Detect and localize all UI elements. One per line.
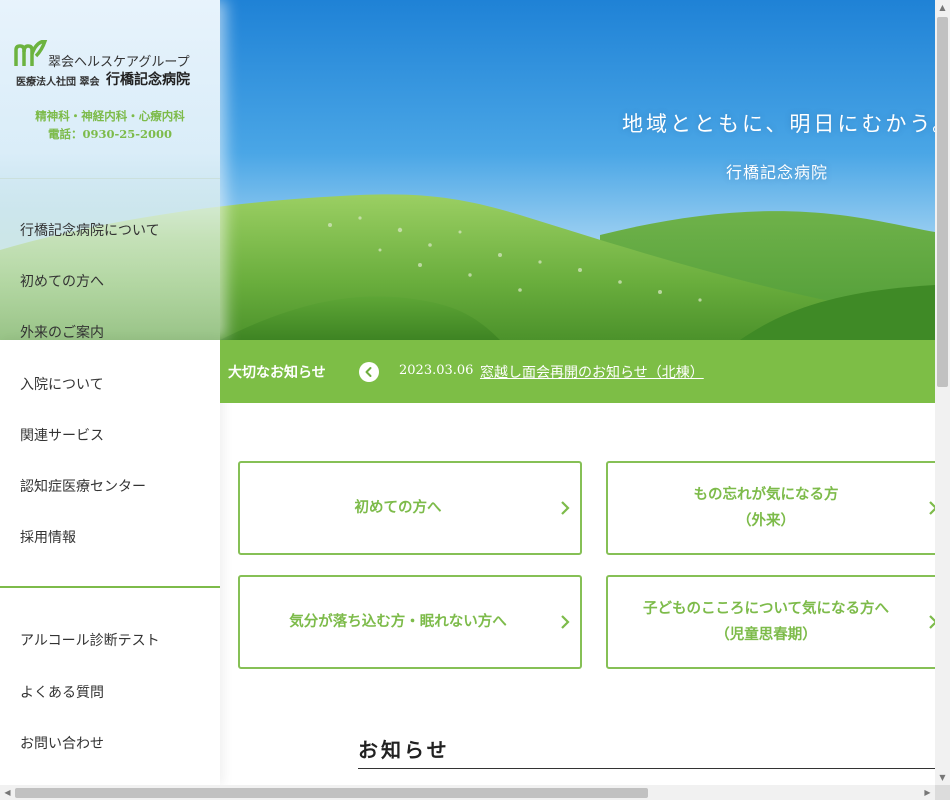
hero-subtitle: 行橋記念病院 xyxy=(726,163,829,182)
nav-item-first-visit[interactable]: 初めての方へ xyxy=(20,271,104,291)
card-label: 気分が落ち込む方・眠れない方へ xyxy=(240,609,556,635)
important-notice-bar: 大切なお知らせ 2023.03.06 窓越し面会再開のお知らせ（北棟） xyxy=(220,340,935,403)
sidebar-header: 翠会ヘルスケアグループ 医療法人社団 翠会 行橋記念病院 精神科・神経内科・心療… xyxy=(0,0,220,342)
departments-text: 精神科・神経内科・心療内科 xyxy=(35,109,185,123)
horizontal-scrollbar[interactable]: ◀ ▶ xyxy=(0,785,935,800)
notice-date: 2023.03.06 xyxy=(399,363,474,378)
hero-tagline: 地域とともに、明日にむかう。 xyxy=(622,112,935,136)
scroll-up-arrow-icon[interactable]: ▲ xyxy=(935,0,950,15)
nav-item-about[interactable]: 行橋記念病院について xyxy=(20,220,160,240)
card-label-line: 子どものこころについて気になる方へ xyxy=(642,601,890,617)
group-name: 翠会ヘルスケアグループ xyxy=(48,55,190,70)
nav-item-dementia-center[interactable]: 認知症医療センター xyxy=(20,476,146,496)
scroll-right-arrow-icon[interactable]: ▶ xyxy=(920,785,935,800)
card-label-line: 気分が落ち込む方・眠れない方へ xyxy=(289,614,507,630)
notice-link[interactable]: 窓越し面会再開のお知らせ（北棟） xyxy=(480,362,704,382)
chevron-left-icon xyxy=(365,367,372,377)
hospital-name: 行橋記念病院 xyxy=(106,72,190,88)
scroll-down-arrow-icon[interactable]: ▼ xyxy=(935,770,950,785)
corporation-name: 医療法人社団 翠会 xyxy=(16,77,100,88)
depression-insomnia-button[interactable]: 気分が落ち込む方・眠れない方へ xyxy=(238,575,582,669)
nav-item-contact[interactable]: お問い合わせ xyxy=(20,733,104,753)
sidebar-divider xyxy=(0,178,220,179)
phone-number[interactable]: 電話：0930-25-2000 xyxy=(0,126,220,142)
card-label: もの忘れが気になる方 （外来） xyxy=(608,482,924,534)
nav-item-alcohol-test[interactable]: アルコール診断テスト xyxy=(20,630,160,650)
nav-item-related-services[interactable]: 関連サービス xyxy=(20,425,104,445)
sidebar-menu: 入院について 関連サービス 認知症医療センター 採用情報 アルコール診断テスト … xyxy=(0,340,220,785)
nav-item-faq[interactable]: よくある質問 xyxy=(20,682,104,702)
logo-mark-icon xyxy=(14,40,48,66)
horizontal-scroll-thumb[interactable] xyxy=(15,788,648,798)
scrollbar-corner xyxy=(935,785,950,800)
child-mental-health-button[interactable]: 子どものこころについて気になる方へ （児童思春期） xyxy=(606,575,950,669)
news-section-title: お知らせ xyxy=(358,738,450,762)
card-label: 子どものこころについて気になる方へ （児童思春期） xyxy=(608,596,924,648)
card-label-sub: （外来） xyxy=(737,513,795,529)
card-label: 初めての方へ xyxy=(240,495,556,521)
sidebar-green-divider xyxy=(0,586,220,588)
card-label-line: 初めての方へ xyxy=(354,500,442,516)
notice-prev-button[interactable] xyxy=(359,362,379,382)
sidebar: 翠会ヘルスケアグループ 医療法人社団 翠会 行橋記念病院 精神科・神経内科・心療… xyxy=(0,0,220,785)
nav-item-recruitment[interactable]: 採用情報 xyxy=(20,527,76,547)
scroll-left-arrow-icon[interactable]: ◀ xyxy=(0,785,15,800)
nav-item-outpatient[interactable]: 外来のご案内 xyxy=(20,322,104,342)
card-label-sub: （児童思春期） xyxy=(715,627,817,643)
card-label-line: もの忘れが気になる方 xyxy=(693,487,839,503)
hospital-logo[interactable]: 翠会ヘルスケアグループ 医療法人社団 翠会 行橋記念病院 xyxy=(14,40,214,90)
chevron-right-icon xyxy=(561,501,570,515)
nav-item-admission[interactable]: 入院について xyxy=(20,374,104,394)
news-title-underline xyxy=(358,768,935,769)
chevron-right-icon xyxy=(561,615,570,629)
vertical-scroll-thumb[interactable] xyxy=(937,17,948,387)
first-visit-button[interactable]: 初めての方へ xyxy=(238,461,582,555)
forgetfulness-outpatient-button[interactable]: もの忘れが気になる方 （外来） xyxy=(606,461,950,555)
notice-label: 大切なお知らせ xyxy=(228,365,326,381)
vertical-scrollbar[interactable]: ▲ ▼ xyxy=(935,0,950,785)
